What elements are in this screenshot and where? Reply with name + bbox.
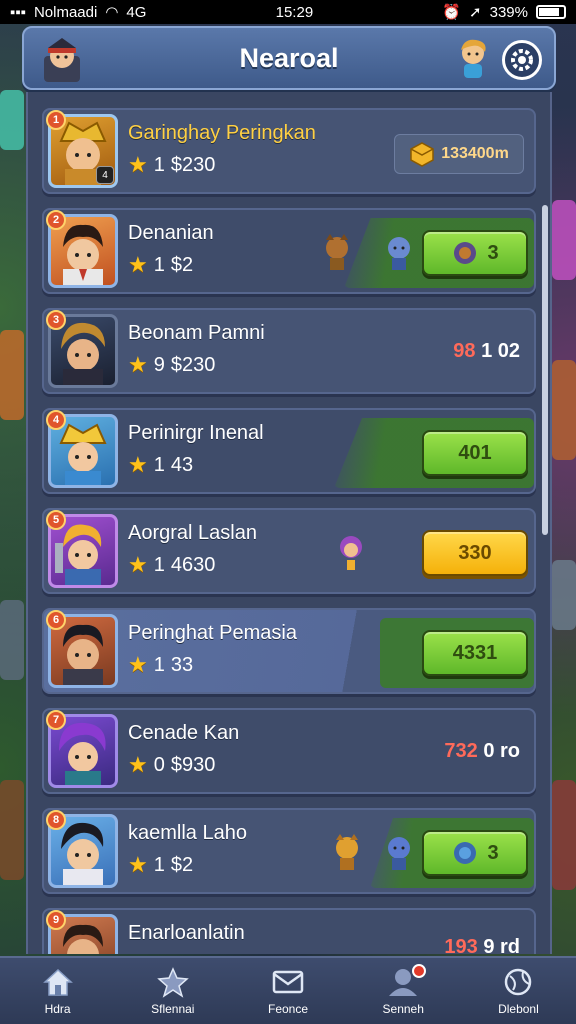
coin-reward: 133400m [394, 134, 524, 174]
leaderboard-row[interactable]: 5 Aorgral Laslan ★ 1 4630 330 [42, 508, 536, 594]
bottom-nav: Hdra Sflennai Feonce Senneh Dlebonl [0, 956, 576, 1024]
player-stats: ★ 1 33 [128, 652, 194, 677]
hero-token-icon [454, 842, 477, 864]
reward-button[interactable]: 330 [422, 530, 528, 576]
friend-avatar-icon[interactable] [454, 38, 492, 82]
leaderboard-row[interactable]: 4 Perinirgr Inenal ★ 1 43 401 [42, 408, 536, 494]
star-icon: ★ [128, 552, 148, 577]
home-icon [42, 968, 73, 996]
carrier-name: Nolmaadi [33, 3, 98, 21]
status-bar: ▪▪▪ Nolmaadi ◠ 4G 15:29 ⏰ ➚ 339% [0, 0, 576, 24]
wifi-icon: ◠ [105, 4, 119, 21]
alarm-icon: ⏰ [442, 4, 462, 21]
page-title: Nearoal [239, 42, 339, 73]
player-stats: ★ 0 $930 [128, 752, 216, 777]
nav-profile[interactable]: Senneh [346, 958, 461, 1024]
player-name: Beonam Pamni [128, 322, 265, 344]
star-icon: ★ [128, 152, 148, 177]
rank-badge: 8 [46, 810, 66, 830]
star-icon [157, 967, 189, 998]
pet-icon [326, 234, 348, 270]
rank-badge: 4 [46, 410, 66, 430]
backdrop-crystal-right [552, 200, 576, 280]
star-icon: ★ [128, 452, 148, 477]
backdrop-rock [0, 600, 24, 680]
leaderboard-row[interactable]: 2 Denanian ★ 1 $2 3 [42, 208, 536, 294]
star-icon: ★ [128, 852, 148, 877]
level-badge: 4 [96, 166, 114, 184]
rank-badge: 1 [46, 110, 66, 130]
reward-button[interactable]: 401 [422, 430, 528, 476]
globe-icon [505, 968, 532, 996]
teammate-icon [388, 837, 410, 870]
notification-dot [411, 964, 426, 978]
score-value: 193 9 rd [444, 936, 520, 954]
leaderboard-row[interactable]: 1 4 Garinghay Peringkan ★ 1 $230 133400m [42, 108, 536, 194]
mail-icon [272, 970, 304, 994]
nav-home[interactable]: Hdra [0, 958, 115, 1024]
app-header: Nearoal [22, 26, 556, 90]
player-stats: ★ 9 $230 [128, 352, 216, 377]
backdrop-house [0, 330, 24, 420]
star-icon: ★ [128, 352, 148, 377]
pet-icon [340, 536, 362, 570]
location-icon: ➚ [469, 4, 482, 21]
reward-button[interactable]: 3 [422, 230, 528, 276]
player-stats: ★ 1 43 [128, 452, 194, 477]
leaderboard-row-current-player[interactable]: 6 Peringhat Pemasia ★ 1 33 4331 [42, 608, 536, 694]
settings-button[interactable] [502, 40, 542, 80]
rank-badge: 9 [46, 910, 66, 930]
backdrop-tower-right [552, 780, 576, 890]
network-type: 4G [126, 3, 147, 21]
score-value: 98 1 02 [453, 340, 520, 362]
player-avatar-icon[interactable] [40, 36, 84, 82]
player-name: Perinirgr Inenal [128, 422, 264, 444]
player-stats: ★ 1 4630 [128, 552, 216, 577]
teammate-icon [388, 237, 410, 270]
reward-button[interactable]: 3 [422, 830, 528, 876]
hero-token-icon [454, 242, 477, 264]
star-icon: ★ [128, 752, 148, 777]
nav-world[interactable]: Dlebonl [461, 958, 576, 1024]
leaderboard-row[interactable]: 8 kaemlla Laho ★ 1 $2 3 [42, 808, 536, 894]
backdrop-tree [0, 780, 24, 880]
star-icon: ★ [128, 652, 148, 677]
player-name: Garinghay Peringkan [128, 122, 316, 144]
player-name: Aorgral Laslan [128, 522, 257, 544]
player-name: Denanian [128, 222, 214, 244]
nav-mail[interactable]: Feonce [230, 958, 345, 1024]
player-stats: ★ 1 $2 [128, 252, 194, 277]
battery-percent: 339% [489, 3, 528, 21]
star-icon: ★ [128, 252, 148, 277]
player-name: Cenade Kan [128, 722, 240, 744]
rank-badge: 6 [46, 610, 66, 630]
rank-badge: 3 [46, 310, 66, 330]
backdrop-crystal [0, 90, 24, 150]
nav-rankings[interactable]: Sflennai [115, 958, 230, 1024]
score-value: 732 0 ro [444, 740, 520, 762]
leaderboard-row[interactable]: 3 Beonam Pamni ★ 9 $230 98 1 02 [42, 308, 536, 394]
leaderboard-row[interactable]: 9 Enarloanlatin 193 9 rd [42, 908, 536, 954]
backdrop-house-right [552, 360, 576, 460]
battery-icon [536, 5, 566, 19]
rank-badge: 5 [46, 510, 66, 530]
rank-badge: 2 [46, 210, 66, 230]
list-scrollbar[interactable] [542, 205, 548, 535]
signal-icon: ▪▪▪ [10, 3, 26, 21]
player-stats: ★ 1 $2 [128, 852, 194, 877]
backdrop-rock-right [552, 560, 576, 630]
player-name: Enarloanlatin [128, 922, 245, 944]
gear-icon [511, 49, 533, 71]
player-name: kaemlla Laho [128, 822, 247, 844]
reward-button[interactable]: 4331 [422, 630, 528, 676]
player-stats: ★ 1 $230 [128, 152, 216, 177]
pet-icon [336, 834, 358, 870]
player-name: Peringhat Pemasia [128, 622, 297, 644]
leaderboard-row[interactable]: 7 Cenade Kan ★ 0 $930 732 0 ro [42, 708, 536, 794]
gold-cube-icon [410, 142, 434, 167]
rank-badge: 7 [46, 710, 66, 730]
leaderboard-list[interactable]: 1 4 Garinghay Peringkan ★ 1 $230 133400m… [26, 92, 552, 954]
clock: 15:29 [275, 3, 314, 21]
